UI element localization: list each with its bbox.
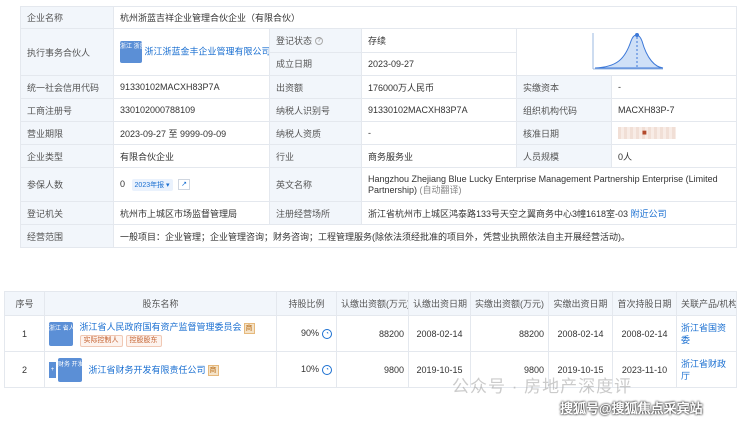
est-date: 2023-09-27	[361, 51, 517, 76]
ratio-cell: 10% ◔	[276, 351, 337, 388]
row-index: 2	[4, 351, 45, 388]
insured-cell: 0 2023年报 ▾ ↗	[113, 167, 270, 202]
paid-amount: 88200	[470, 315, 549, 352]
credit-code: 91330102MACXH83P7A	[113, 75, 270, 99]
paid-capital-label: 实缴资本	[516, 75, 612, 99]
distribution-chart-icon[interactable]	[587, 29, 667, 73]
partner-cell: 浙江 浙蓝 浙江浙蓝金丰企业管理有限公司	[113, 28, 270, 76]
header-first-date[interactable]: 首次持股日期	[612, 291, 677, 316]
approve-date-cell: ■	[610, 121, 738, 145]
staff-label: 人员规模	[516, 144, 612, 168]
equity-penetration-icon[interactable]: ◔	[322, 364, 332, 375]
reg-status-label: 登记状态?	[269, 28, 362, 53]
shareholder-cell: 浙江 省人 浙江省人民政府国有资产监督管理委员会商 实际控制人 控股股东	[44, 315, 277, 352]
scope: 一般项目：企业管理；企业管理咨询；财务咨询；工程管理服务(除依法须经批准的项目外…	[112, 224, 738, 248]
taxpayer-id-label: 纳税人识别号	[269, 98, 362, 122]
eng-name-note: (自动翻译)	[419, 184, 462, 195]
shareholder-name-link[interactable]: 浙江省人民政府国有资产监督管理委员会	[80, 322, 242, 332]
insured-year-dropdown[interactable]: 2023年报 ▾	[131, 178, 173, 191]
related-link[interactable]: 浙江省国资委	[681, 323, 726, 345]
capital-label: 出资额	[269, 75, 362, 99]
header-index: 序号	[4, 291, 45, 316]
row-index: 1	[4, 315, 45, 352]
risk-graph-cell	[515, 28, 738, 76]
header-sub-date[interactable]: 认缴出资日期	[408, 291, 471, 316]
info-icon[interactable]: ?	[315, 37, 324, 46]
header-ratio[interactable]: 持股比例	[276, 291, 337, 316]
est-date-label: 成立日期	[269, 51, 362, 76]
org-code: MACXH83P-7	[610, 98, 738, 122]
partner-label: 执行事务合伙人	[20, 28, 114, 76]
reg-status: 存续	[361, 28, 517, 53]
eng-name-label: 英文名称	[269, 167, 362, 202]
company-name: 杭州浙蓝吉祥企业管理合伙企业（有限合伙）	[112, 6, 738, 29]
industry-label: 行业	[269, 144, 362, 168]
capital: 176000万人民币	[361, 75, 517, 99]
taxpayer-id: 91330102MACXH83P7A	[361, 98, 517, 122]
actual-controller-tag[interactable]: 实际控制人	[79, 334, 123, 347]
address: 浙江省杭州市上城区鸿泰路133号天空之翼商务中心3幢1618室-03	[368, 208, 629, 219]
industry: 商务服务业	[361, 144, 517, 168]
shareholder-name-link[interactable]: 浙江省财务开发有限责任公司	[89, 365, 206, 375]
company-name-label: 企业名称	[20, 6, 114, 29]
related-cell: 浙江省国资委	[676, 315, 737, 352]
header-related: 关联产品/机构	[676, 291, 737, 316]
term-label: 营业期限	[20, 121, 114, 145]
ratio-cell: 90% ◔	[276, 315, 337, 352]
reg-no-label: 工商注册号	[20, 98, 114, 122]
business-info-table: 企业名称 杭州浙蓝吉祥企业管理合伙企业（有限合伙） 执行事务合伙人 浙江 浙蓝 …	[20, 6, 738, 248]
insured-label: 参保人数	[20, 167, 114, 202]
authority-label: 登记机关	[20, 201, 114, 225]
address-label: 注册经营场所	[269, 201, 362, 225]
header-sub-amount[interactable]: 认缴出资额(万元)	[336, 291, 409, 316]
paid-date: 2008-02-14	[548, 315, 613, 352]
trend-chart-icon[interactable]: ↗	[178, 178, 191, 190]
partner-link[interactable]: 浙江浙蓝金丰企业管理有限公司	[145, 46, 269, 56]
address-cell: 浙江省杭州市上城区鸿泰路133号天空之翼商务中心3幢1618室-03 附近公司	[360, 201, 738, 225]
table-row: 1 浙江 省人 浙江省人民政府国有资产监督管理委员会商 实际控制人 控股股东 90…	[4, 315, 737, 352]
equity-penetration-icon[interactable]: ◔	[322, 328, 332, 339]
org-code-label: 组织机构代码	[516, 98, 612, 122]
shareholder-logo: 浙江 省人	[49, 321, 75, 346]
taxpayer-qual-label: 纳税人资质	[269, 121, 362, 145]
reg-no: 330102000788109	[113, 98, 270, 122]
header-paid-amount[interactable]: 实缴出资额(万元)	[470, 291, 549, 316]
watermark-official-account: 公众号 · 房地产深度评	[452, 377, 633, 396]
sub-amount: 88200	[336, 315, 409, 352]
eng-name-cell: Hangzhou Zhejiang Blue Lucky Enterprise …	[360, 167, 738, 202]
business-icon[interactable]: 商	[207, 365, 219, 377]
watermark-sohu: 搜狐号@搜狐焦点采宾站	[560, 401, 703, 416]
first-date: 2008-02-14	[612, 315, 677, 352]
business-icon[interactable]: 商	[243, 322, 255, 334]
sub-date: 2008-02-14	[408, 315, 471, 352]
paid-capital: -	[610, 75, 738, 99]
scope-label: 经营范围	[20, 224, 114, 248]
shareholder-cell: +财务 开发 浙江省财务开发有限责任公司商	[44, 351, 277, 388]
header-name: 股东名称	[44, 291, 277, 316]
partner-logo: 浙江 浙蓝	[120, 41, 146, 63]
term: 2023-09-27 至 9999-09-09	[113, 121, 270, 145]
related-link[interactable]: 浙江省财政厅	[681, 359, 726, 381]
sub-amount: 9800	[336, 351, 409, 388]
credit-code-label: 统一社会信用代码	[20, 75, 114, 99]
type-label: 企业类型	[20, 144, 114, 168]
taxpayer-qual: -	[361, 121, 517, 145]
insured-count: 0	[120, 178, 126, 189]
locked-value[interactable]: ■	[618, 127, 676, 139]
approve-date-label: 核准日期	[516, 121, 612, 145]
lock-icon: ■	[642, 128, 647, 137]
nearby-companies-link[interactable]: 附近公司	[631, 209, 667, 219]
header-paid-date[interactable]: 实缴出资日期	[548, 291, 613, 316]
staff: 0人	[610, 144, 738, 168]
controlling-shareholder-tag[interactable]: 控股股东	[125, 334, 162, 347]
shareholder-logo: 财务 开发	[58, 357, 84, 382]
related-cell: 浙江省财政厅	[676, 351, 737, 388]
expand-icon[interactable]: +	[49, 361, 56, 378]
authority: 杭州市上城区市场监督管理局	[113, 201, 270, 225]
type: 有限合伙企业	[113, 144, 270, 168]
